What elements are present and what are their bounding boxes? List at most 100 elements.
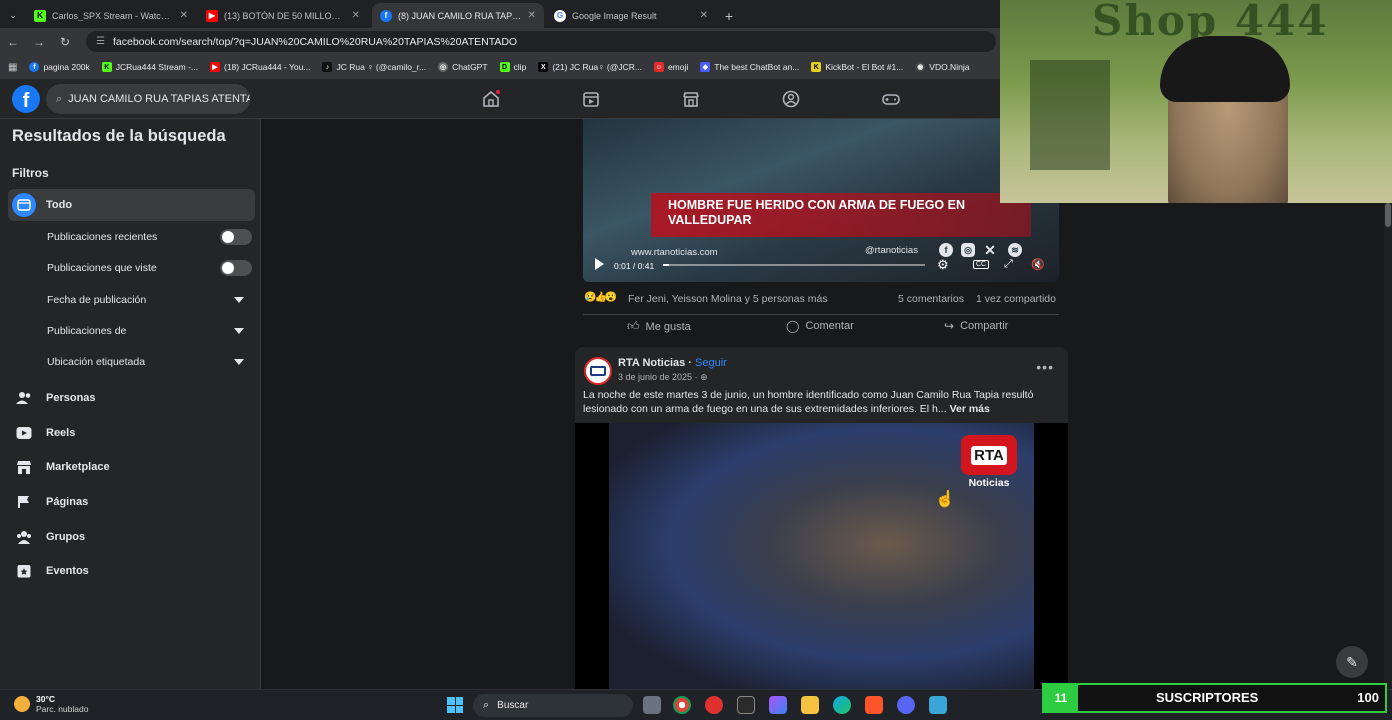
filter-date-posted[interactable]: Fecha de publicación [47, 286, 252, 314]
fullscreen-icon[interactable]: ⤢ [1004, 258, 1013, 271]
play-icon[interactable] [595, 258, 604, 270]
comment-icon: ◯ [786, 319, 800, 333]
video-icon[interactable] [581, 89, 601, 109]
post-video-player[interactable]: HOMBRE FUE HERIDO CON ARMA DE FUEGO EN V… [583, 119, 1059, 282]
bookmark-item[interactable]: ☺ emoji [653, 62, 688, 72]
close-icon[interactable]: ✕ [700, 10, 708, 21]
post-actions: 👍︎ Me gusta ◯ Comentar ↪ Compartir [583, 314, 1059, 336]
bookmark-item[interactable]: K KickBot - El Bot #1... [811, 62, 903, 72]
filter-all[interactable]: Todo [8, 189, 255, 221]
post-video-player[interactable]: RTA Noticias ☝ [575, 423, 1068, 692]
start-button[interactable] [447, 697, 463, 713]
follow-button[interactable]: Seguir [695, 357, 727, 369]
bookmark-item[interactable]: Dclip [499, 62, 526, 72]
page-title: Resultados de la búsqueda [12, 127, 226, 145]
close-icon[interactable]: ✕ [352, 10, 360, 21]
bookmark-label: (21) JC Rua♀ (@JCR... [552, 62, 642, 72]
marketplace-icon[interactable] [681, 89, 701, 109]
page-scrollbar[interactable] [1384, 203, 1392, 689]
filter-tagged-location[interactable]: Ubicación etiquetada [47, 348, 252, 376]
x-icon: X [538, 62, 549, 72]
close-icon[interactable]: ✕ [528, 10, 536, 21]
tab-title: Carlos_SPX Stream - Watch Live [52, 10, 174, 21]
site-info-icon[interactable]: ☰ [96, 36, 105, 47]
category-marketplace[interactable]: Marketplace [12, 452, 110, 482]
app-icon[interactable] [737, 696, 755, 714]
taskbar-search[interactable]: ⌕ Buscar [473, 694, 633, 717]
forward-button[interactable]: → [26, 35, 52, 49]
vdo-ninja-icon: ◉ [915, 62, 926, 72]
globe-icon: ⊕ [700, 372, 708, 382]
author-name[interactable]: RTA Noticias [618, 357, 685, 369]
weather-widget[interactable]: 30°C Parc. nublado [14, 694, 88, 714]
like-button[interactable]: 👍︎ Me gusta [627, 319, 691, 334]
bookmark-item[interactable]: ◉ VDO.Ninja [915, 62, 969, 72]
mute-icon[interactable]: 🔇 [1031, 258, 1045, 271]
browser-tab[interactable]: G Google Image Result ✕ [546, 3, 716, 28]
folder-icon[interactable] [801, 696, 819, 714]
groups-icon[interactable] [781, 89, 801, 109]
copilot-icon[interactable] [769, 696, 787, 714]
new-tab-button[interactable]: + [718, 3, 740, 28]
bookmark-item[interactable]: ◆ The best ChatBot an... [700, 62, 799, 72]
category-people[interactable]: Personas [12, 383, 96, 413]
search-input[interactable]: ⌕ JUAN CAMILO RUA TAPIAS ATENTA [46, 84, 250, 114]
category-reels[interactable]: Reels [12, 418, 75, 448]
captions-icon[interactable]: CC [973, 260, 990, 269]
discord-icon[interactable] [897, 696, 915, 714]
comment-button[interactable]: ◯ Comentar [786, 319, 854, 333]
close-icon[interactable]: ✕ [180, 10, 188, 21]
webcam-person-hair [1160, 36, 1290, 102]
back-button[interactable]: ← [0, 35, 26, 49]
category-events[interactable]: Eventos [12, 556, 89, 586]
more-options-icon[interactable]: ••• [1036, 359, 1054, 375]
reload-button[interactable]: ↻ [52, 35, 78, 49]
home-icon[interactable] [481, 89, 501, 109]
app-icon[interactable] [705, 696, 723, 714]
chatgpt-icon: ◎ [438, 62, 449, 72]
post-date-text[interactable]: 3 de junio de 2025 · [618, 372, 698, 382]
share-button[interactable]: ↪ Compartir [944, 319, 1008, 333]
facebook-header: f ⌕ JUAN CAMILO RUA TAPIAS ATENTA [0, 79, 1000, 119]
gaming-icon[interactable] [881, 89, 901, 109]
facebook-logo-icon[interactable]: f [12, 85, 40, 113]
filter-seen-posts[interactable]: Publicaciones que viste [47, 254, 252, 282]
seen-posts-toggle[interactable] [220, 260, 252, 276]
settings-icon[interactable]: ⚙ [937, 257, 949, 273]
chrome-icon[interactable] [673, 696, 691, 714]
filter-recent-posts[interactable]: Publicaciones recientes [47, 223, 252, 251]
apps-icon[interactable]: ▦ [8, 62, 17, 73]
bookmark-item[interactable]: ◎ ChatGPT [438, 62, 488, 72]
shares-count[interactable]: 1 vez compartido [976, 293, 1056, 305]
reactions-summary[interactable]: Fer Jeni, Yeisson Molina y 5 personas má… [628, 293, 828, 305]
recent-posts-toggle[interactable] [220, 229, 252, 245]
bookmark-item[interactable]: ♪ JC Rua ♀ (@camilo_r... [322, 62, 426, 72]
bookmark-item[interactable]: f pagina 200k [29, 62, 90, 72]
search-icon: ⌕ [56, 92, 63, 105]
browser-tab-active[interactable]: f (8) JUAN CAMILO RUA TAPIAS ✕ [372, 3, 544, 28]
scrollbar-thumb[interactable] [1385, 203, 1391, 227]
avatar[interactable] [584, 357, 612, 385]
category-groups[interactable]: Grupos [12, 522, 85, 552]
brave-icon[interactable] [865, 696, 883, 714]
new-message-button[interactable]: ✎ [1336, 646, 1368, 678]
tab-search-button[interactable]: ⌄ [4, 3, 22, 28]
google-icon: G [554, 9, 566, 22]
bookmark-item[interactable]: K JCRua444 Stream -... [101, 62, 198, 72]
address-bar[interactable]: ☰ facebook.com/search/top/?q=JUAN%20CAMI… [86, 31, 996, 52]
notepad-icon[interactable] [929, 696, 947, 714]
category-pages[interactable]: Páginas [12, 487, 88, 517]
comments-count[interactable]: 5 comentarios [898, 293, 964, 305]
see-more-link[interactable]: Ver más [950, 403, 990, 415]
filter-label: Fecha de publicación [47, 294, 147, 306]
edge-icon[interactable] [833, 696, 851, 714]
browser-tab[interactable]: ▶ (13) BOTÓN DE 50 MILLONES ✕ [198, 3, 368, 28]
filter-posts-from[interactable]: Publicaciones de [47, 317, 252, 345]
reaction-icons[interactable]: 😢👍😮 [584, 292, 617, 303]
bookmark-item[interactable]: ▶ (18) JCRua444 - You... [209, 62, 310, 72]
bookmark-item[interactable]: X (21) JC Rua♀ (@JCR... [538, 62, 642, 72]
task-view-icon[interactable] [643, 696, 661, 714]
browser-tab[interactable]: K Carlos_SPX Stream - Watch Live ✕ [26, 3, 196, 28]
video-progress-bar[interactable] [663, 264, 925, 266]
rta-logo-box: RTA [961, 435, 1017, 475]
